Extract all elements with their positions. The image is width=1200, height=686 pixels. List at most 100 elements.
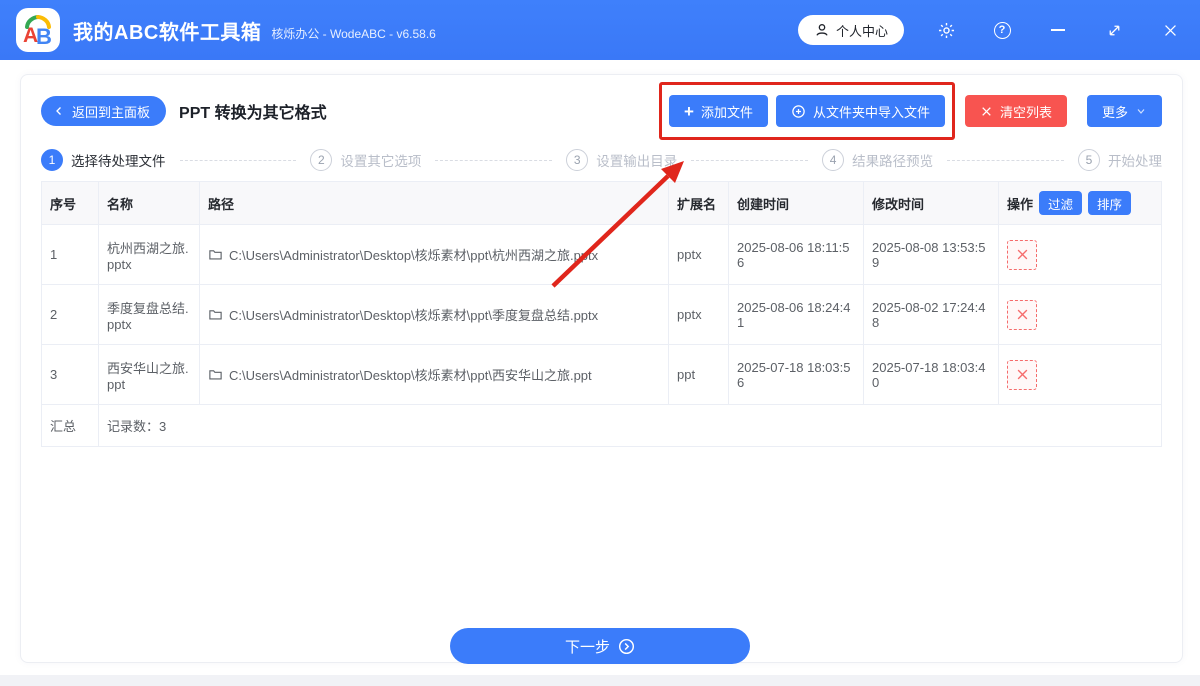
close-icon[interactable] xyxy=(1160,20,1180,40)
add-file-button[interactable]: + 添加文件 xyxy=(669,95,768,127)
step-4-circle: 4 xyxy=(822,149,845,171)
cell-created: 2025-07-18 18:03:56 xyxy=(728,344,864,405)
header-modified: 修改时间 xyxy=(863,181,999,225)
cell-path: C:\Users\Administrator\Desktop\核烁素材\ppt\… xyxy=(199,224,669,285)
cell-name: 杭州西湖之旅.pptx xyxy=(98,224,200,285)
profile-button[interactable]: 个人中心 xyxy=(797,15,904,45)
step-5-label: 开始处理 xyxy=(1108,154,1162,169)
app-window: A B 我的ABC软件工具箱 核烁办公 - WodeABC - v6.58.6 … xyxy=(0,0,1200,686)
circle-arrow-right-icon xyxy=(618,638,635,655)
step-1-select-files: 1 选择待处理文件 xyxy=(41,149,166,171)
table-row: 1 杭州西湖之旅.pptx C:\Users\Administrator\Des… xyxy=(41,224,1162,285)
cell-created: 2025-08-06 18:11:56 xyxy=(728,224,864,285)
cell-actions xyxy=(998,224,1162,285)
header-seq: 序号 xyxy=(41,181,99,225)
folder-icon xyxy=(209,370,222,380)
step-4-result-preview: 4 结果路径预览 xyxy=(822,149,933,171)
delete-row-button[interactable] xyxy=(1007,359,1037,390)
step-5-circle: 5 xyxy=(1078,149,1100,171)
filter-button[interactable]: 过滤 xyxy=(1039,191,1083,215)
cell-modified: 2025-08-02 17:24:48 xyxy=(863,284,999,345)
titlebar-controls: 个人中心 ? xyxy=(797,15,1180,45)
delete-row-button[interactable] xyxy=(1007,239,1037,270)
step-connector xyxy=(947,159,1064,161)
header-path: 路径 xyxy=(199,181,669,225)
step-connector xyxy=(179,159,297,161)
folder-icon xyxy=(209,250,222,260)
table-header-row: 序号 名称 路径 扩展名 创建时间 修改时间 操作 过滤 排序 xyxy=(41,181,1162,225)
table-row: 2 季度复盘总结.pptx C:\Users\Administrator\Des… xyxy=(41,284,1162,345)
next-step-button[interactable]: 下一步 xyxy=(450,628,750,664)
circle-plus-icon xyxy=(791,104,806,119)
x-icon xyxy=(980,105,993,118)
header-actions: 操作 过滤 排序 xyxy=(998,181,1162,225)
step-1-label: 选择待处理文件 xyxy=(71,154,166,169)
window-bottom-edge xyxy=(0,675,1200,686)
more-button[interactable]: 更多 xyxy=(1086,95,1162,127)
step-2-options: 2 设置其它选项 xyxy=(310,149,421,171)
cell-ext: pptx xyxy=(668,224,729,285)
step-3-circle: 3 xyxy=(566,149,589,171)
delete-x-icon xyxy=(1017,309,1027,320)
app-logo-icon: A B xyxy=(16,8,60,52)
actions-label: 操作 xyxy=(1007,196,1034,212)
minimize-icon[interactable] xyxy=(1048,20,1068,40)
table-row: 3 西安华山之旅.ppt C:\Users\Administrator\Desk… xyxy=(41,344,1162,405)
app-title: 我的ABC软件工具箱 xyxy=(73,21,262,44)
header-created: 创建时间 xyxy=(728,181,864,225)
summary-label: 汇总 xyxy=(41,404,99,447)
cell-actions xyxy=(998,284,1162,345)
cell-path: C:\Users\Administrator\Desktop\核烁素材\ppt\… xyxy=(199,344,669,405)
delete-row-button[interactable] xyxy=(1007,299,1037,330)
plus-icon: + xyxy=(684,101,694,121)
cell-actions xyxy=(998,344,1162,405)
person-icon xyxy=(814,22,830,38)
step-connector xyxy=(691,159,809,161)
toolbar: 返回到主面板 PPT 转换为其它格式 + 添加文件 从文件夹中导入文件 清空列表… xyxy=(41,82,1162,140)
step-3-output-dir: 3 设置输出目录 xyxy=(566,149,677,171)
chevron-left-icon xyxy=(53,105,65,117)
toolbar-actions: + 添加文件 从文件夹中导入文件 清空列表 更多 xyxy=(659,82,1162,140)
step-3-label: 设置输出目录 xyxy=(596,154,678,169)
cell-modified: 2025-07-18 18:03:40 xyxy=(863,344,999,405)
step-2-label: 设置其它选项 xyxy=(340,154,422,169)
cell-seq: 3 xyxy=(41,344,99,405)
settings-gear-icon[interactable] xyxy=(936,20,956,40)
page-title: PPT 转换为其它格式 xyxy=(179,105,327,122)
summary-row: 汇总 记录数：3 xyxy=(41,404,1162,447)
app-subtitle: 核烁办公 - WodeABC - v6.58.6 xyxy=(271,26,436,41)
step-4-label: 结果路径预览 xyxy=(852,154,934,169)
step-2-circle: 2 xyxy=(310,149,333,171)
header-name: 名称 xyxy=(98,181,200,225)
cell-ext: ppt xyxy=(668,344,729,405)
help-icon[interactable]: ? xyxy=(992,20,1012,40)
cell-seq: 1 xyxy=(41,224,99,285)
svg-text:B: B xyxy=(36,24,52,47)
cell-seq: 2 xyxy=(41,284,99,345)
cell-path: C:\Users\Administrator\Desktop\核烁素材\ppt\… xyxy=(199,284,669,345)
step-1-circle: 1 xyxy=(41,149,63,171)
content-card: 返回到主面板 PPT 转换为其它格式 + 添加文件 从文件夹中导入文件 清空列表… xyxy=(20,74,1183,663)
profile-label: 个人中心 xyxy=(835,23,888,39)
file-table: 序号 名称 路径 扩展名 创建时间 修改时间 操作 过滤 排序 1 杭州西湖之旅… xyxy=(41,181,1162,447)
delete-x-icon xyxy=(1017,369,1027,380)
cell-name: 季度复盘总结.pptx xyxy=(98,284,200,345)
delete-x-icon xyxy=(1017,249,1027,260)
resize-icon[interactable] xyxy=(1104,20,1124,40)
folder-icon xyxy=(209,310,222,320)
chevron-down-icon xyxy=(1135,105,1147,117)
step-connector xyxy=(435,159,553,161)
highlighted-buttons: + 添加文件 从文件夹中导入文件 xyxy=(659,82,955,140)
cell-created: 2025-08-06 18:24:41 xyxy=(728,284,864,345)
import-from-folder-button[interactable]: 从文件夹中导入文件 xyxy=(775,95,945,127)
titlebar: A B 我的ABC软件工具箱 核烁办公 - WodeABC - v6.58.6 … xyxy=(0,0,1200,60)
sort-button[interactable]: 排序 xyxy=(1088,191,1132,215)
cell-modified: 2025-08-08 13:53:59 xyxy=(863,224,999,285)
summary-value: 记录数：3 xyxy=(98,404,1162,447)
clear-list-button[interactable]: 清空列表 xyxy=(964,95,1067,127)
cell-ext: pptx xyxy=(668,284,729,345)
back-label: 返回到主面板 xyxy=(72,104,151,120)
cell-name: 西安华山之旅.ppt xyxy=(98,344,200,405)
step-5-start: 5 开始处理 xyxy=(1078,149,1162,171)
back-button[interactable]: 返回到主面板 xyxy=(41,96,167,126)
